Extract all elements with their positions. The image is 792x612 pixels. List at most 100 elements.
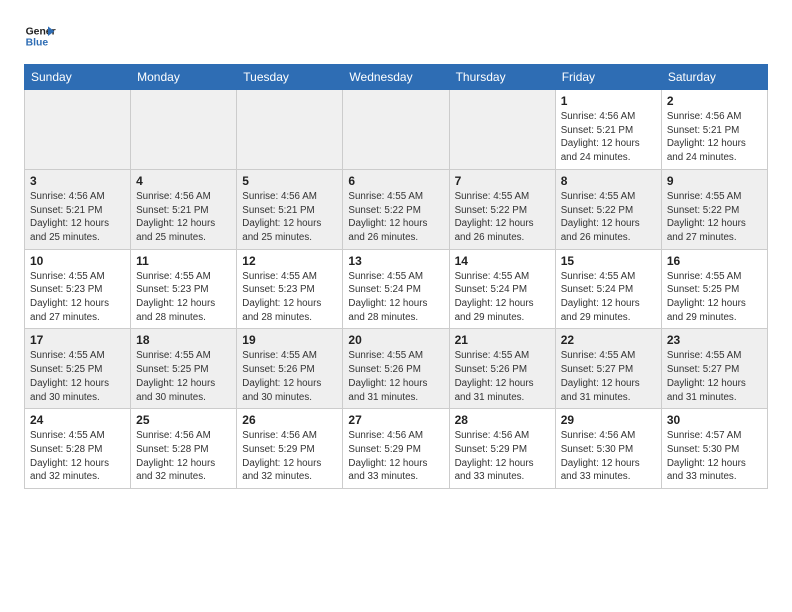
calendar-row-2: 10 Sunrise: 4:55 AM Sunset: 5:23 PM Dayli…	[25, 249, 768, 329]
day-info: Sunrise: 4:55 AM Sunset: 5:27 PM Dayligh…	[667, 349, 762, 404]
calendar-cell	[343, 90, 449, 170]
day-info: Sunrise: 4:56 AM Sunset: 5:29 PM Dayligh…	[455, 429, 550, 484]
day-info: Sunrise: 4:55 AM Sunset: 5:25 PM Dayligh…	[30, 349, 125, 404]
day-info: Sunrise: 4:55 AM Sunset: 5:23 PM Dayligh…	[30, 270, 125, 325]
day-info: Sunrise: 4:55 AM Sunset: 5:24 PM Dayligh…	[561, 270, 656, 325]
day-number: 30	[667, 413, 762, 427]
calendar-cell: 20 Sunrise: 4:55 AM Sunset: 5:26 PM Dayli…	[343, 329, 449, 409]
day-number: 19	[242, 333, 337, 347]
day-number: 2	[667, 94, 762, 108]
day-info: Sunrise: 4:55 AM Sunset: 5:23 PM Dayligh…	[136, 270, 231, 325]
calendar-row-1: 3Sunrise: 4:56 AM Sunset: 5:21 PM Daylig…	[25, 169, 768, 249]
day-number: 29	[561, 413, 656, 427]
day-info: Sunrise: 4:56 AM Sunset: 5:28 PM Dayligh…	[136, 429, 231, 484]
day-info: Sunrise: 4:55 AM Sunset: 5:22 PM Dayligh…	[561, 190, 656, 245]
day-info: Sunrise: 4:55 AM Sunset: 5:22 PM Dayligh…	[455, 190, 550, 245]
day-number: 14	[455, 254, 550, 268]
day-info: Sunrise: 4:56 AM Sunset: 5:30 PM Dayligh…	[561, 429, 656, 484]
day-number: 24	[30, 413, 125, 427]
page-header: General Blue	[24, 20, 768, 52]
day-number: 21	[455, 333, 550, 347]
calendar-cell: 5 Sunrise: 4:56 AM Sunset: 5:21 PM Daylig…	[237, 169, 343, 249]
day-number: 5	[242, 174, 337, 188]
calendar-cell: 1 Sunrise: 4:56 AM Sunset: 5:21 PM Daylig…	[555, 90, 661, 170]
day-number: 10	[30, 254, 125, 268]
weekday-header-thursday: Thursday	[449, 65, 555, 90]
calendar-cell: 11 Sunrise: 4:55 AM Sunset: 5:23 PM Dayli…	[131, 249, 237, 329]
weekday-header-tuesday: Tuesday	[237, 65, 343, 90]
logo: General Blue	[24, 20, 56, 52]
day-info: Sunrise: 4:55 AM Sunset: 5:22 PM Dayligh…	[667, 190, 762, 245]
day-number: 15	[561, 254, 656, 268]
day-number: 23	[667, 333, 762, 347]
day-info: Sunrise: 4:57 AM Sunset: 5:30 PM Dayligh…	[667, 429, 762, 484]
day-info: Sunrise: 4:55 AM Sunset: 5:26 PM Dayligh…	[348, 349, 443, 404]
calendar-cell: 22Sunrise: 4:55 AM Sunset: 5:27 PM Dayli…	[555, 329, 661, 409]
svg-text:Blue: Blue	[26, 38, 49, 49]
calendar-cell: 4 Sunrise: 4:56 AM Sunset: 5:21 PM Daylig…	[131, 169, 237, 249]
calendar-cell: 30 Sunrise: 4:57 AM Sunset: 5:30 PM Dayli…	[661, 409, 767, 489]
calendar-cell: 29 Sunrise: 4:56 AM Sunset: 5:30 PM Dayli…	[555, 409, 661, 489]
day-number: 25	[136, 413, 231, 427]
calendar-cell: 2Sunrise: 4:56 AM Sunset: 5:21 PM Daylig…	[661, 90, 767, 170]
day-info: Sunrise: 4:55 AM Sunset: 5:24 PM Dayligh…	[455, 270, 550, 325]
calendar-cell: 28 Sunrise: 4:56 AM Sunset: 5:29 PM Dayli…	[449, 409, 555, 489]
calendar-cell	[131, 90, 237, 170]
day-info: Sunrise: 4:56 AM Sunset: 5:29 PM Dayligh…	[242, 429, 337, 484]
weekday-header-saturday: Saturday	[661, 65, 767, 90]
day-info: Sunrise: 4:55 AM Sunset: 5:26 PM Dayligh…	[455, 349, 550, 404]
calendar-cell	[25, 90, 131, 170]
day-info: Sunrise: 4:55 AM Sunset: 5:24 PM Dayligh…	[348, 270, 443, 325]
calendar-cell: 18 Sunrise: 4:55 AM Sunset: 5:25 PM Dayli…	[131, 329, 237, 409]
day-info: Sunrise: 4:56 AM Sunset: 5:21 PM Dayligh…	[30, 190, 125, 245]
day-number: 28	[455, 413, 550, 427]
day-number: 18	[136, 333, 231, 347]
day-number: 9	[667, 174, 762, 188]
calendar-cell: 21 Sunrise: 4:55 AM Sunset: 5:26 PM Dayli…	[449, 329, 555, 409]
calendar-table: SundayMondayTuesdayWednesdayThursdayFrid…	[24, 64, 768, 489]
day-info: Sunrise: 4:56 AM Sunset: 5:21 PM Dayligh…	[136, 190, 231, 245]
calendar-cell: 16 Sunrise: 4:55 AM Sunset: 5:25 PM Dayli…	[661, 249, 767, 329]
logo-icon: General Blue	[24, 20, 56, 52]
day-number: 20	[348, 333, 443, 347]
day-number: 4	[136, 174, 231, 188]
calendar-cell: 7Sunrise: 4:55 AM Sunset: 5:22 PM Daylig…	[449, 169, 555, 249]
calendar-cell: 13 Sunrise: 4:55 AM Sunset: 5:24 PM Dayli…	[343, 249, 449, 329]
day-number: 12	[242, 254, 337, 268]
calendar-row-0: 1 Sunrise: 4:56 AM Sunset: 5:21 PM Daylig…	[25, 90, 768, 170]
day-number: 17	[30, 333, 125, 347]
calendar-cell: 17 Sunrise: 4:55 AM Sunset: 5:25 PM Dayli…	[25, 329, 131, 409]
day-info: Sunrise: 4:55 AM Sunset: 5:26 PM Dayligh…	[242, 349, 337, 404]
calendar-row-4: 24Sunrise: 4:55 AM Sunset: 5:28 PM Dayli…	[25, 409, 768, 489]
calendar-cell: 15 Sunrise: 4:55 AM Sunset: 5:24 PM Dayli…	[555, 249, 661, 329]
calendar-cell: 23 Sunrise: 4:55 AM Sunset: 5:27 PM Dayli…	[661, 329, 767, 409]
weekday-header-monday: Monday	[131, 65, 237, 90]
calendar-cell: 24Sunrise: 4:55 AM Sunset: 5:28 PM Dayli…	[25, 409, 131, 489]
calendar-cell: 12Sunrise: 4:55 AM Sunset: 5:23 PM Dayli…	[237, 249, 343, 329]
day-number: 11	[136, 254, 231, 268]
day-info: Sunrise: 4:56 AM Sunset: 5:21 PM Dayligh…	[561, 110, 656, 165]
calendar-cell: 25 Sunrise: 4:56 AM Sunset: 5:28 PM Dayli…	[131, 409, 237, 489]
day-info: Sunrise: 4:56 AM Sunset: 5:21 PM Dayligh…	[242, 190, 337, 245]
calendar-cell: 26Sunrise: 4:56 AM Sunset: 5:29 PM Dayli…	[237, 409, 343, 489]
day-info: Sunrise: 4:55 AM Sunset: 5:25 PM Dayligh…	[667, 270, 762, 325]
calendar-page: General Blue SundayMondayTuesdayWednesda…	[0, 0, 792, 505]
calendar-cell: 14 Sunrise: 4:55 AM Sunset: 5:24 PM Dayli…	[449, 249, 555, 329]
day-number: 16	[667, 254, 762, 268]
day-number: 22	[561, 333, 656, 347]
calendar-cell: 19 Sunrise: 4:55 AM Sunset: 5:26 PM Dayli…	[237, 329, 343, 409]
day-number: 13	[348, 254, 443, 268]
calendar-cell: 6 Sunrise: 4:55 AM Sunset: 5:22 PM Daylig…	[343, 169, 449, 249]
calendar-cell: 9 Sunrise: 4:55 AM Sunset: 5:22 PM Daylig…	[661, 169, 767, 249]
calendar-cell: 8Sunrise: 4:55 AM Sunset: 5:22 PM Daylig…	[555, 169, 661, 249]
weekday-header-wednesday: Wednesday	[343, 65, 449, 90]
weekday-header-friday: Friday	[555, 65, 661, 90]
day-info: Sunrise: 4:55 AM Sunset: 5:22 PM Dayligh…	[348, 190, 443, 245]
calendar-cell: 10 Sunrise: 4:55 AM Sunset: 5:23 PM Dayli…	[25, 249, 131, 329]
calendar-cell	[237, 90, 343, 170]
day-number: 1	[561, 94, 656, 108]
day-info: Sunrise: 4:56 AM Sunset: 5:29 PM Dayligh…	[348, 429, 443, 484]
day-info: Sunrise: 4:55 AM Sunset: 5:25 PM Dayligh…	[136, 349, 231, 404]
day-number: 27	[348, 413, 443, 427]
day-number: 6	[348, 174, 443, 188]
